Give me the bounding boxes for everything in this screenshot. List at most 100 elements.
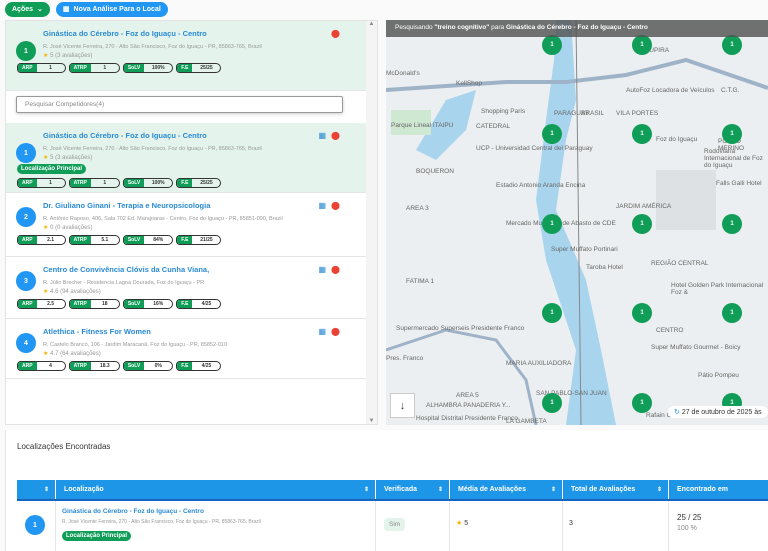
rank-badge: 3	[16, 271, 36, 291]
toolbar: Ações ⌄ ▦ Nova Análise Para o Local	[0, 0, 768, 18]
scrollbar[interactable]: ▲ ▼	[366, 21, 377, 424]
location-name[interactable]: Ginástica do Cérebro - Foz do Iguaçu - C…	[43, 29, 366, 38]
map-label: Supermercado Superseis Presidente Franco	[396, 325, 525, 332]
location-address: R. Antônio Raposo, 406, Sala 702 Ed. Mar…	[43, 216, 283, 222]
metric-fe: F.E 4/25	[176, 361, 222, 371]
google-maps-icon[interactable]: ⬤	[331, 265, 340, 274]
arrow-down-icon: ↓	[399, 400, 406, 412]
grid-icon[interactable]: ▦	[318, 131, 326, 140]
grid-icon[interactable]: ▦	[318, 265, 326, 274]
metric-solv: SoLV 100%	[122, 63, 174, 73]
metric-atrp: ATRP 1	[68, 63, 120, 73]
rating: 5 (3 avaliações)	[50, 155, 93, 161]
column-verified[interactable]: Verificada ⇕	[376, 480, 450, 499]
metric-arp: ARP 1	[17, 178, 66, 188]
map-label: LA GAMBETA	[506, 418, 547, 425]
grid-marker[interactable]: 1	[542, 393, 562, 413]
competitor-card[interactable]: 4 Atlethica - Fitness For Women ▦ ⬤ R. Ca…	[6, 319, 366, 379]
download-button[interactable]: ↓	[390, 393, 415, 418]
grid-marker[interactable]: 1	[542, 124, 562, 144]
table-row[interactable]: 1 Ginástica do Cérebro - Foz do Iguaçu -…	[17, 501, 768, 551]
rank-badge: 4	[16, 333, 36, 353]
verified-badge: Sim	[384, 518, 406, 531]
location-address: R. Júlio Brecher - Residencia Lagoa Dour…	[43, 280, 205, 286]
rank-badge: 1	[16, 143, 36, 163]
star-icon: ★	[43, 289, 49, 295]
map-label: ALHAMBRA PANADERIA Y...	[426, 402, 511, 409]
map-label: Estadio Antonio Aranda Encina	[496, 182, 586, 189]
table-header: ⇕ Localização ⇕ Verificada ⇕ Média de Aval…	[17, 480, 768, 501]
grid-icon[interactable]: ▦	[318, 327, 326, 336]
location-address: R. José Vicente Ferreira, 270 - Alto São…	[43, 146, 262, 152]
metric-solv: SoLV 0%	[122, 361, 174, 371]
map-label: PARAGUAY	[554, 110, 590, 117]
star-icon: ★	[43, 155, 49, 161]
map-label: BOQUERON	[416, 168, 454, 175]
rank-badge: 1	[25, 515, 45, 535]
grid-marker[interactable]: 1	[632, 393, 652, 413]
grid-marker[interactable]: 1	[542, 303, 562, 323]
grid-marker[interactable]: 1	[632, 303, 652, 323]
metric-fe: F.E 4/25	[176, 299, 222, 309]
google-maps-icon[interactable]: ⬤	[331, 131, 340, 140]
metric-fe: F.E 25/25	[176, 178, 222, 188]
map-label: AREA 3	[406, 205, 429, 212]
map-label: Shopping Paris	[481, 108, 526, 115]
map-label: Pres. Franco	[386, 355, 424, 362]
map-label: REGIÃO CENTRAL	[651, 260, 709, 267]
google-maps-icon[interactable]: ⬤	[331, 201, 340, 210]
competitor-search-input[interactable]: Pesquisar Competidores(4)	[16, 96, 343, 113]
map-label: AREA 5	[456, 392, 479, 399]
map-label: Taroba Hotel	[586, 264, 623, 271]
grid-marker[interactable]: 1	[722, 303, 742, 323]
google-maps-icon[interactable]: ⬤	[331, 29, 340, 38]
map[interactable]: McDonald's KellShop Shopping Paris Parque L…	[386, 20, 768, 425]
location-name[interactable]: Ginástica do Cérebro - Foz do Iguaçu - C…	[62, 508, 369, 515]
grid-marker[interactable]: 1	[542, 35, 562, 55]
google-maps-icon[interactable]: ⬤	[331, 327, 340, 336]
metrics: ARP 2.5 ATRP 18 SoLV 16% F.E 4/25	[17, 299, 366, 309]
column-location[interactable]: Localização ⇕	[56, 480, 376, 499]
map-label: MARIA AUXILIADORA	[506, 360, 572, 367]
grid-marker[interactable]: 1	[632, 124, 652, 144]
grid-marker[interactable]: 1	[722, 124, 742, 144]
map-label: KellShop	[456, 80, 483, 87]
metrics: ARP 2.1 ATRP 5.1 SoLV 84% F.E 21/25	[17, 235, 366, 245]
competitor-card[interactable]: 3 Centro de Convivência Clóvis da Cunha …	[6, 257, 366, 319]
new-analysis-button[interactable]: ▦ Nova Análise Para o Local	[55, 1, 168, 17]
refresh-icon[interactable]: ↻	[674, 409, 680, 416]
column-found-in[interactable]: Encontrado em	[669, 480, 768, 499]
scroll-up-icon[interactable]: ▲	[369, 21, 375, 27]
actions-dropdown[interactable]: Ações ⌄	[5, 1, 50, 17]
grid-marker[interactable]: 1	[632, 214, 652, 234]
results-title: Localizações Encontradas	[17, 442, 111, 451]
metric-atrp: ATRP 5.1	[68, 235, 120, 245]
column-avg-rating[interactable]: Média de Avaliações ⇕	[450, 480, 563, 499]
map-label: Super Muffato Portinari	[551, 246, 618, 253]
map-label: VILA PORTES	[616, 110, 659, 117]
main-location-card[interactable]: 1 Ginástica do Cérebro - Foz do Iguaçu -…	[6, 21, 366, 91]
competitor-card[interactable]: 2 Dr. Giuliano Ginani - Terapia e Neurop…	[6, 193, 366, 257]
competitor-card[interactable]: 1 Ginástica do Cérebro - Foz do Iguaçu -…	[6, 123, 366, 193]
metric-arp: ARP 4	[17, 361, 66, 371]
scroll-down-icon[interactable]: ▼	[366, 418, 377, 424]
metrics: ARP 4 ATRP 18.3 SoLV 0% F.E 4/25	[17, 361, 366, 371]
grid-marker[interactable]: 1	[722, 35, 742, 55]
metric-atrp: ATRP 18.3	[68, 361, 120, 371]
grid-icon: ▦	[62, 6, 70, 13]
rating: 4.7 (64 avaliações)	[50, 351, 101, 357]
main-location-tag: Localização Principal	[62, 531, 132, 541]
metrics: ARP 1 ATRP 1 SoLV 100% F.E 25/25	[17, 63, 366, 73]
map-label: Rodoviária Internacional de Foz do Iguaç…	[704, 148, 763, 169]
grid-icon[interactable]: ▦	[318, 201, 326, 210]
sort-rank[interactable]: ⇕	[17, 480, 56, 499]
grid-marker[interactable]: 1	[542, 214, 562, 234]
rank-badge: 1	[16, 41, 36, 61]
metric-atrp: ATRP 1	[68, 178, 120, 188]
competitors-panel: 1 Ginástica do Cérebro - Foz do Iguaçu -…	[5, 20, 378, 425]
grid-marker[interactable]: 1	[632, 35, 652, 55]
grid-marker[interactable]: 1	[722, 214, 742, 234]
map-label: Super Muffato Gourmet - Boicy	[651, 344, 741, 351]
map-label: UCP - Universidad Central del Paraguay	[476, 145, 593, 152]
column-total-reviews[interactable]: Total de Avaliações ⇕	[563, 480, 669, 499]
